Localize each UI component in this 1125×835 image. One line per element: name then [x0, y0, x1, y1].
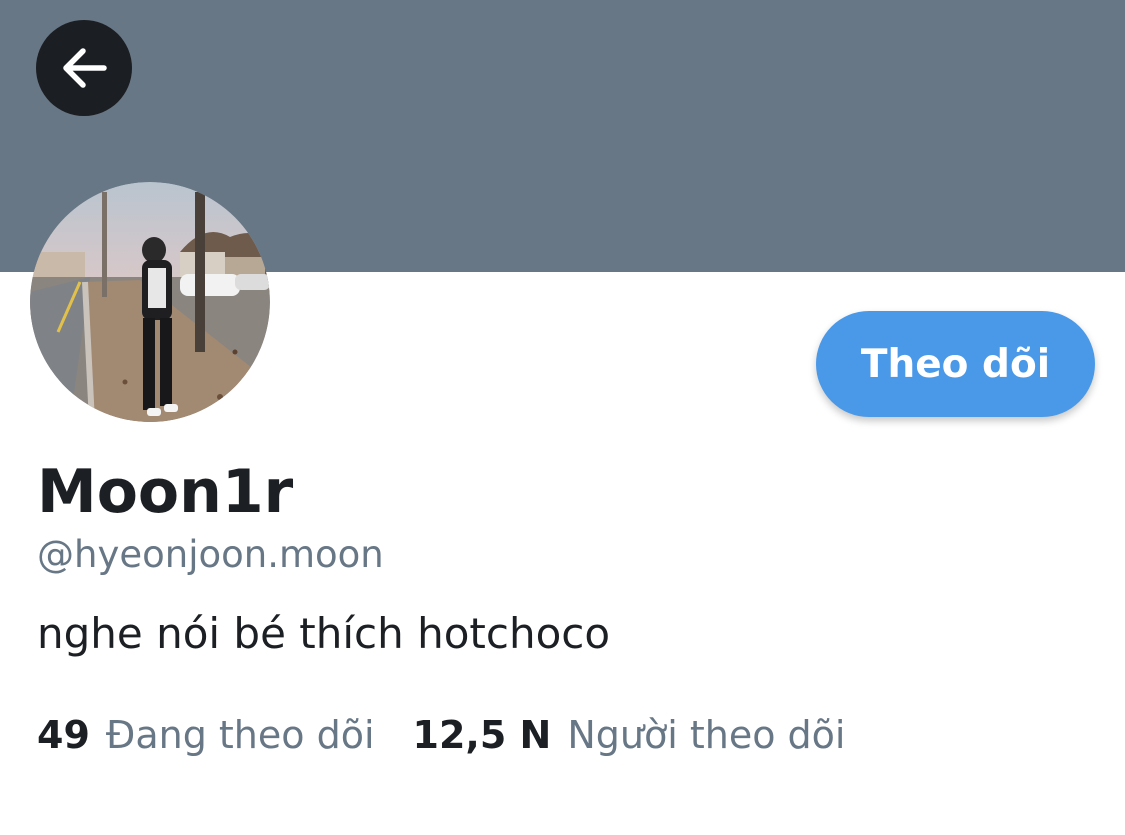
following-stat[interactable]: 49 Đang theo dõi [37, 708, 375, 762]
following-label: Đang theo dõi [105, 713, 375, 757]
followers-count: 12,5 N [412, 713, 552, 757]
avatar[interactable] [30, 182, 270, 422]
avatar-photo [30, 182, 270, 422]
followers-label: Người theo dõi [567, 713, 846, 757]
username-handle: @hyeonjoon.moon [37, 533, 384, 576]
profile-bio: nghe nói bé thích hotchoco [37, 609, 611, 658]
following-count: 49 [37, 713, 90, 757]
follow-button[interactable]: Theo dõi [816, 311, 1095, 417]
display-name: Moon1r [37, 457, 294, 527]
back-button[interactable] [36, 20, 132, 116]
profile-stats: 49 Đang theo dõi 12,5 N Người theo dõi [37, 708, 845, 762]
profile-page: Theo dõi Moon1r @hyeonjoon.moon nghe nói… [0, 0, 1125, 835]
arrow-left-icon [63, 48, 107, 88]
followers-stat[interactable]: 12,5 N Người theo dõi [413, 708, 846, 762]
